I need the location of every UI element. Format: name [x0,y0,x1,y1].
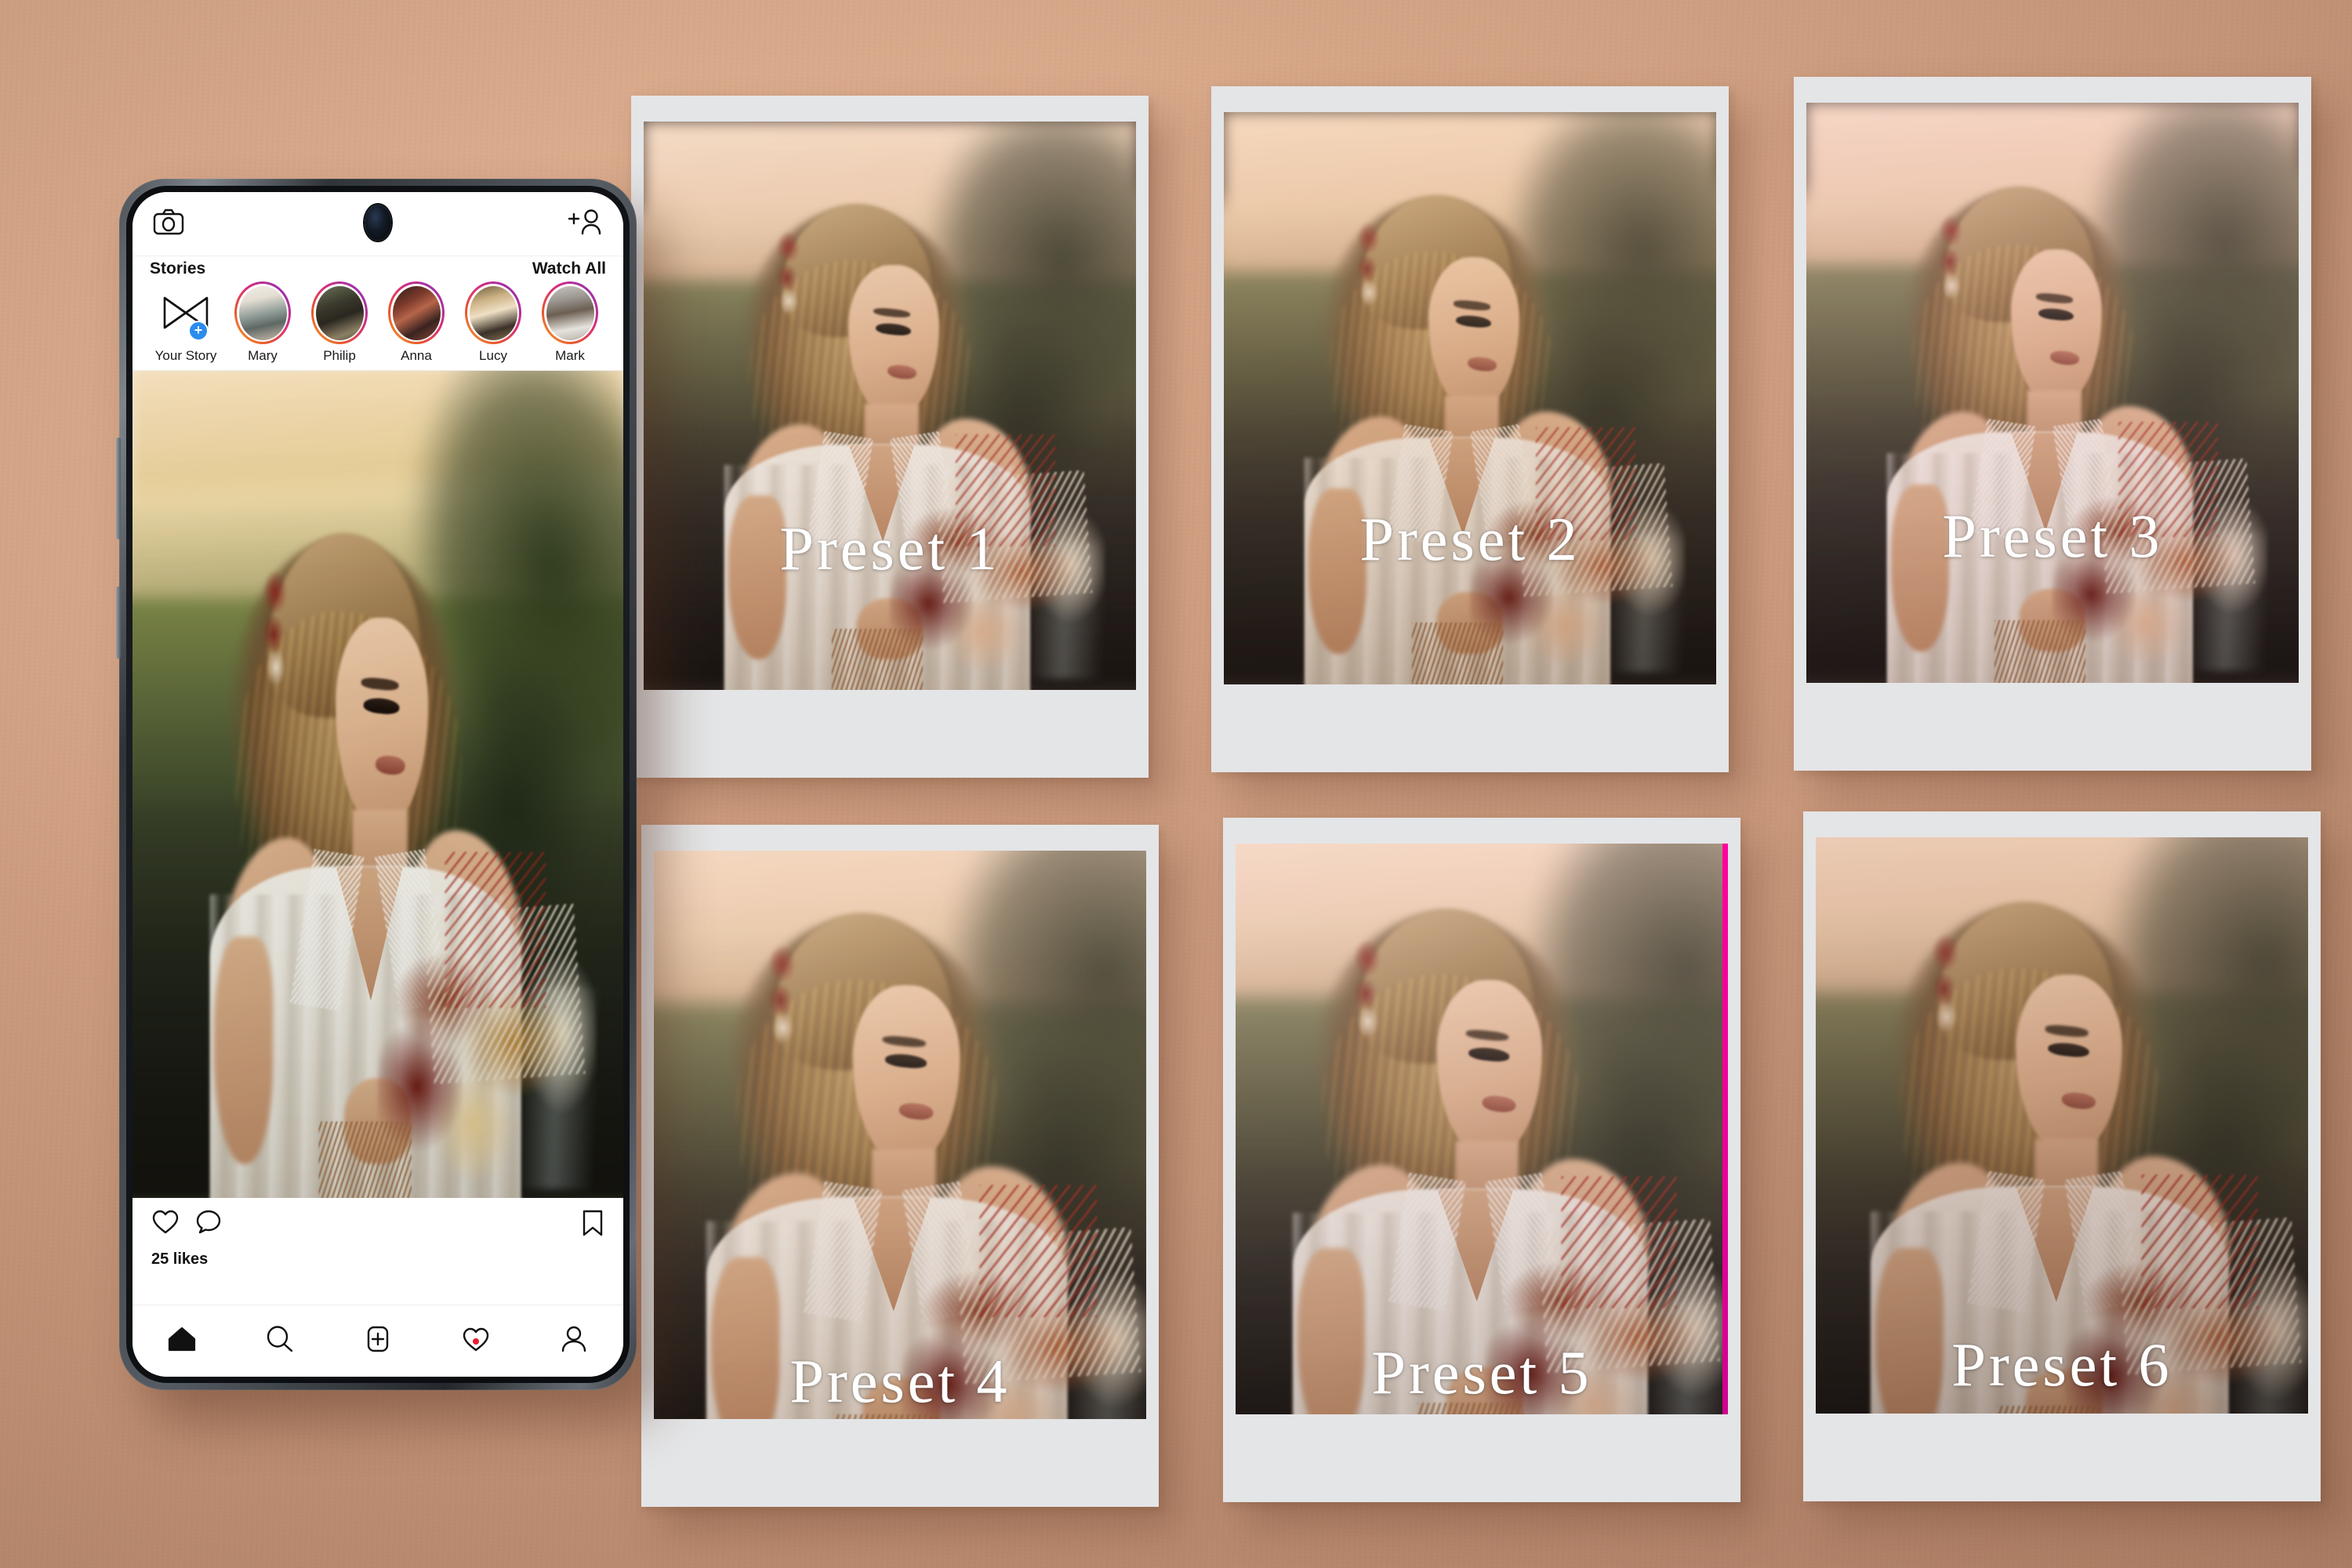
story-item-anna[interactable]: Anna [380,281,452,364]
story-ring [311,281,368,344]
story-ring [542,281,598,344]
story-ring [388,281,445,344]
profile-icon[interactable] [559,1325,589,1357]
bride-photo-scene [1816,837,2308,1414]
story-label: Mark [555,348,585,363]
story-item-mark[interactable]: Mark [534,281,606,364]
likes-count: 25 likes [151,1250,209,1268]
stories-title: Stories [150,260,206,278]
story-item-your-story[interactable]: + Your Story [150,281,222,364]
preset-frame-5[interactable]: Preset 5 [1223,818,1740,1502]
story-item-philip[interactable]: Philip [303,281,376,364]
home-icon[interactable] [167,1325,197,1357]
camera-icon[interactable] [153,209,184,239]
phone-side-button-volume[interactable] [116,437,121,539]
story-label: Your Story [154,348,217,363]
preset-caption-2: Preset 2 [1224,504,1716,575]
preset-photo-6: Preset 6 [1816,837,2308,1414]
add-person-icon[interactable] [567,208,603,240]
preset-caption-text: Preset 1 [779,514,1000,583]
add-story-badge[interactable]: + [188,321,209,341]
activity-heart-icon[interactable] [461,1325,491,1357]
story-item-lucy[interactable]: Lucy [457,281,529,364]
avatar [238,285,287,340]
phone-screen: Stories Watch All + Your Story Mary Phil… [132,192,623,1377]
bride-photo-scene [1224,112,1716,684]
stories-section: Stories Watch All + Your Story Mary Phil… [132,256,623,371]
avatar [315,285,364,340]
bride-photo-scene [132,371,623,1198]
phone-side-button-power[interactable] [116,586,121,659]
notification-badge [473,1338,480,1345]
preset-frame-2[interactable]: Preset 2 [1211,86,1729,772]
avatar [392,285,441,340]
bride-photo-scene [654,851,1146,1419]
preset-caption-3: Preset 3 [1806,501,2299,572]
preset-caption-text: Preset 3 [1942,502,2163,570]
comment-icon[interactable] [195,1209,222,1240]
preset-frame-1[interactable]: Preset 1 [631,96,1149,778]
story-ring [465,281,521,344]
preset-photo-3: Preset 3 [1806,103,2299,683]
front-camera-icon [365,205,391,241]
preset-caption-text: Preset 2 [1359,505,1581,573]
heart-icon[interactable] [151,1209,180,1240]
preset-caption-6: Preset 6 [1816,1330,2308,1400]
bottom-tab-bar [132,1305,623,1377]
preset-caption-4: Preset 4 [654,1346,1146,1417]
avatar [469,285,517,340]
search-icon[interactable] [265,1325,295,1357]
bride-photo-scene [1806,103,2299,683]
bowtie-logo-icon: + [158,281,214,344]
add-post-icon[interactable] [363,1325,393,1357]
story-label: Mary [248,348,278,363]
preset-photo-5: Preset 5 [1236,844,1728,1414]
preset-caption-1: Preset 1 [644,514,1136,584]
preset-photo-4: Preset 4 [654,851,1146,1419]
app-top-bar [132,192,623,256]
bookmark-icon[interactable] [581,1209,604,1241]
post-actions: 25 likes [132,1198,623,1305]
story-label: Philip [323,348,356,363]
bride-photo-scene [644,122,1136,690]
story-label: Lucy [479,348,507,363]
watch-all-link[interactable]: Watch All [532,260,606,278]
preset-photo-1: Preset 1 [644,122,1136,690]
preset-caption-text: Preset 5 [1371,1338,1592,1406]
story-item-mary[interactable]: Mary [227,281,299,364]
story-ring [234,281,291,344]
bride-photo-scene [1236,844,1728,1414]
stories-list: + Your Story Mary Philip Anna Lucy Mark [150,281,606,364]
feed-post-image[interactable] [132,371,623,1198]
preset-frame-6[interactable]: Preset 6 [1803,811,2321,1501]
preset-frame-4[interactable]: Preset 4 [641,825,1159,1507]
accent-edge-stripe [1722,844,1728,1414]
phone-mockup: Stories Watch All + Your Story Mary Phil… [116,179,637,1390]
preset-caption-text: Preset 6 [1951,1330,2172,1399]
preset-caption-5: Preset 5 [1236,1338,1728,1408]
preset-caption-text: Preset 4 [789,1347,1011,1415]
story-label: Anna [401,348,432,363]
avatar [546,285,594,340]
preset-frame-3[interactable]: Preset 3 [1794,77,2311,771]
preset-photo-2: Preset 2 [1224,112,1716,684]
